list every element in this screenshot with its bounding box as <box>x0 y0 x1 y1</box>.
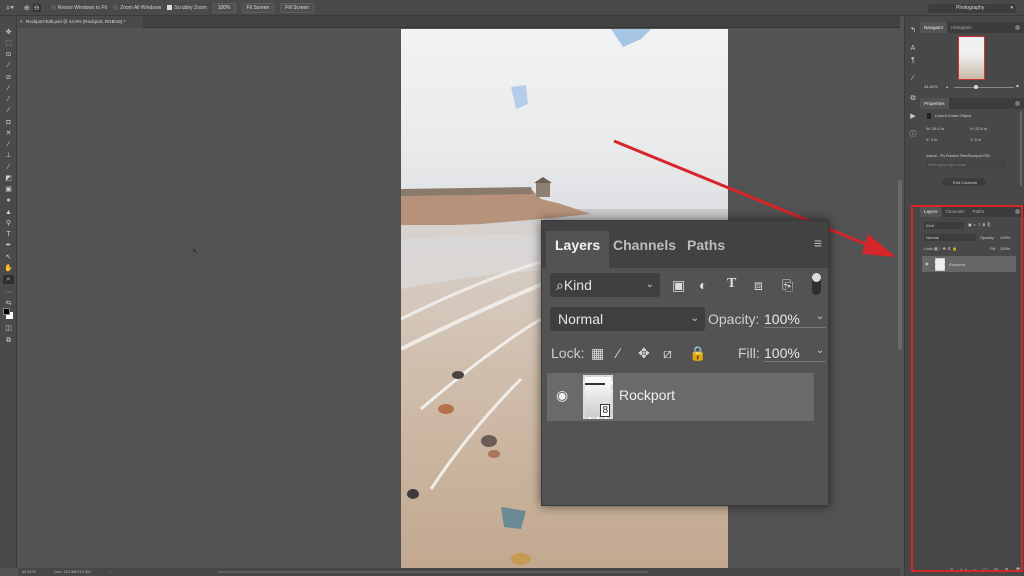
actions-play-icon[interactable]: ▶ <box>908 112 918 122</box>
opacity-field[interactable]: 100% ⌄ <box>764 311 826 328</box>
layer-comp-select[interactable]: Don't Apply Layer Comp <box>926 161 1006 169</box>
layer-comp-placeholder: Don't Apply Layer Comp <box>928 163 966 167</box>
foreground-color-swatch[interactable] <box>3 308 10 315</box>
navigator-zoom-value[interactable]: 44.81% <box>924 84 938 89</box>
lock-transparent-pixels-icon[interactable]: ▦ <box>591 345 604 362</box>
character-icon[interactable]: A <box>908 44 918 54</box>
fill-field[interactable]: 100% ⌄ <box>764 345 826 362</box>
tab-properties[interactable]: Properties <box>920 98 949 109</box>
navigator-tabs: Navigator Histogram <box>920 22 1024 33</box>
x-field[interactable]: X: 0 in <box>926 137 937 142</box>
linked-file-path: /Users/.../Ps Practice Files/Rockport.CR… <box>926 154 990 158</box>
chevron-down-icon[interactable]: ⌄ <box>816 311 824 322</box>
tab-channels[interactable]: Channels <box>604 231 685 268</box>
lock-artboard-icon[interactable]: ⧄ <box>663 345 672 362</box>
history-icon[interactable]: ↰ <box>908 26 918 36</box>
zoom-slider-thumb[interactable] <box>974 85 978 89</box>
edit-contents-button[interactable]: Edit Contents <box>942 178 986 186</box>
properties-type-label: Linked Smart Object <box>935 113 972 118</box>
panel-menu-icon[interactable] <box>1015 101 1020 106</box>
status-zoom[interactable]: 44.81% <box>22 568 36 576</box>
lock-image-pixels-icon[interactable]: ⁄ <box>617 345 619 361</box>
annotation-arrow <box>613 139 896 257</box>
opacity-label: Opacity: <box>708 311 760 327</box>
vertical-scrollbar[interactable] <box>898 180 902 350</box>
width-field[interactable]: W: 15.0 in <box>926 126 944 131</box>
status-bar: 44.81% Doc: 114.3M/114.3M › <box>18 568 900 576</box>
properties-scrollbar[interactable] <box>1020 111 1022 186</box>
layer-name[interactable]: Rockport <box>619 387 675 403</box>
smart-object-link-icon: 8 <box>600 404 610 417</box>
brush-settings-icon[interactable]: ⁄ <box>908 74 918 84</box>
lock-position-icon[interactable]: ✥ <box>638 345 650 362</box>
panel-menu-icon[interactable]: ≡ <box>814 235 822 251</box>
lock-all-icon[interactable]: 🔒 <box>689 345 706 362</box>
layer-thumbnail: 8 <box>583 375 613 419</box>
tab-navigator[interactable]: Navigator <box>920 22 948 33</box>
type-layer-filter-icon[interactable]: T <box>727 276 736 292</box>
tab-layers[interactable]: Layers <box>546 231 610 268</box>
layers-panel-tabs: Layers Channels Paths ≡ <box>542 221 828 268</box>
panel-menu-icon[interactable] <box>1015 25 1020 30</box>
zoom-in-small-icon[interactable]: ▲ <box>1015 83 1020 89</box>
navigator-thumbnail[interactable] <box>958 36 985 80</box>
layer-row[interactable]: ◉ 8 Rockport <box>547 373 814 421</box>
fill-label: Fill: <box>738 345 760 361</box>
smart-object-filter-icon[interactable]: ⎘ <box>782 277 793 294</box>
status-doc-size[interactable]: Doc: 114.3M/114.3M <box>54 568 91 576</box>
paragraph-icon[interactable]: ¶ <box>908 56 918 66</box>
eye-icon[interactable]: ◉ <box>556 387 568 404</box>
lock-label: Lock: <box>551 345 585 361</box>
zoomed-layers-panel: Layers Channels Paths ≡ ⌕Kind ⌄ ▣ ◐ T ⧈ … <box>541 220 829 506</box>
navigator-zoom-slider[interactable] <box>954 85 1014 89</box>
clone-source-icon[interactable]: ⧉ <box>908 94 918 104</box>
blend-mode-select[interactable]: Normal ⌄ <box>550 307 705 331</box>
filter-kind-select[interactable]: ⌕Kind ⌄ <box>550 273 660 297</box>
properties-tabs: Properties <box>920 98 1024 109</box>
fill-value: 100% <box>764 345 800 361</box>
search-icon: ⌕ <box>556 277 564 293</box>
opacity-value: 100% <box>764 311 800 327</box>
edit-contents-label: Edit Contents <box>953 180 978 185</box>
filter-kind-label: Kind <box>563 277 592 293</box>
blend-mode-label: Normal <box>558 311 604 327</box>
status-menu-icon[interactable]: › <box>110 568 111 576</box>
chevron-down-icon: ⌄ <box>690 313 699 324</box>
tab-paths[interactable]: Paths <box>678 231 734 268</box>
adjustment-layer-filter-icon[interactable]: ◐ <box>699 277 707 293</box>
chevron-down-icon[interactable]: ⌄ <box>816 345 824 356</box>
horizontal-scrollbar[interactable] <box>218 571 648 573</box>
layers-highlight-box <box>911 205 1023 572</box>
pixel-layer-filter-icon[interactable]: ▣ <box>672 277 685 294</box>
chevron-down-icon: ⌄ <box>645 279 654 290</box>
y-field[interactable]: Y: 0 in <box>970 137 981 142</box>
info-icon[interactable]: ⓘ <box>908 130 918 140</box>
smart-object-icon <box>927 113 931 119</box>
height-field[interactable]: H: 22.6 in <box>970 126 987 131</box>
tab-histogram[interactable]: Histogram <box>947 22 976 33</box>
zoom-out-small-icon[interactable]: ▴ <box>946 84 948 89</box>
filter-toggle[interactable] <box>812 273 821 295</box>
shape-layer-filter-icon[interactable]: ⧈ <box>754 277 763 294</box>
